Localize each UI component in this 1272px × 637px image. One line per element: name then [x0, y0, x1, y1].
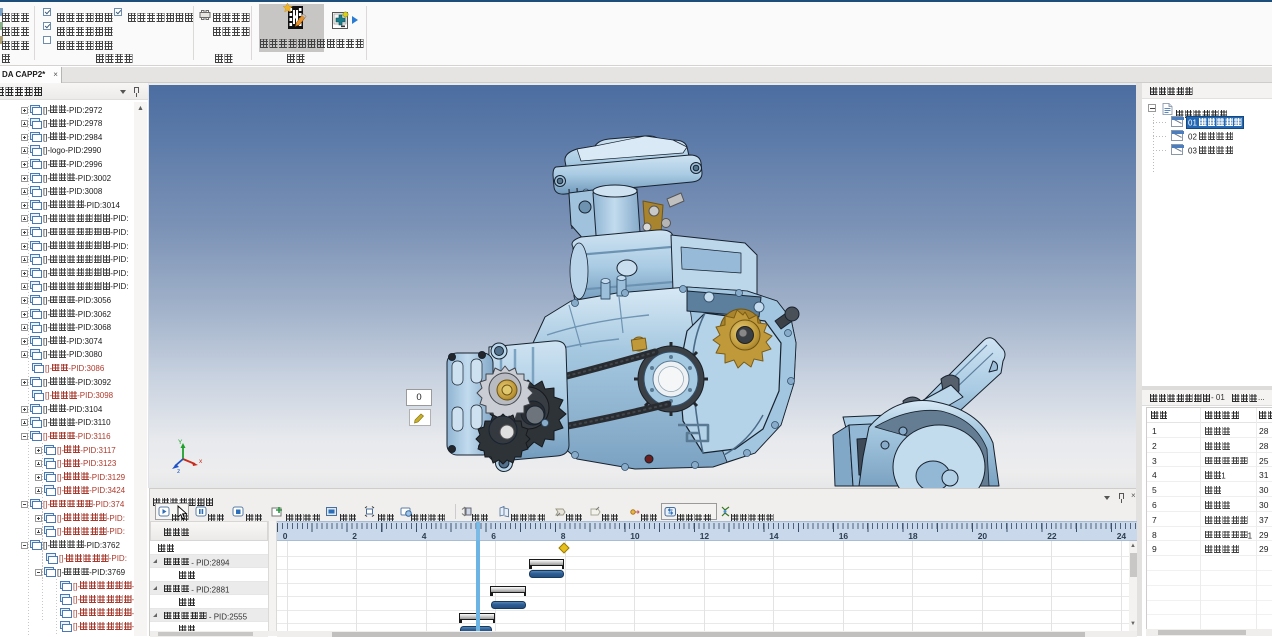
- svg-text:Y: Y: [178, 439, 183, 446]
- svg-text:x: x: [199, 458, 203, 465]
- svg-text:z: z: [177, 468, 180, 475]
